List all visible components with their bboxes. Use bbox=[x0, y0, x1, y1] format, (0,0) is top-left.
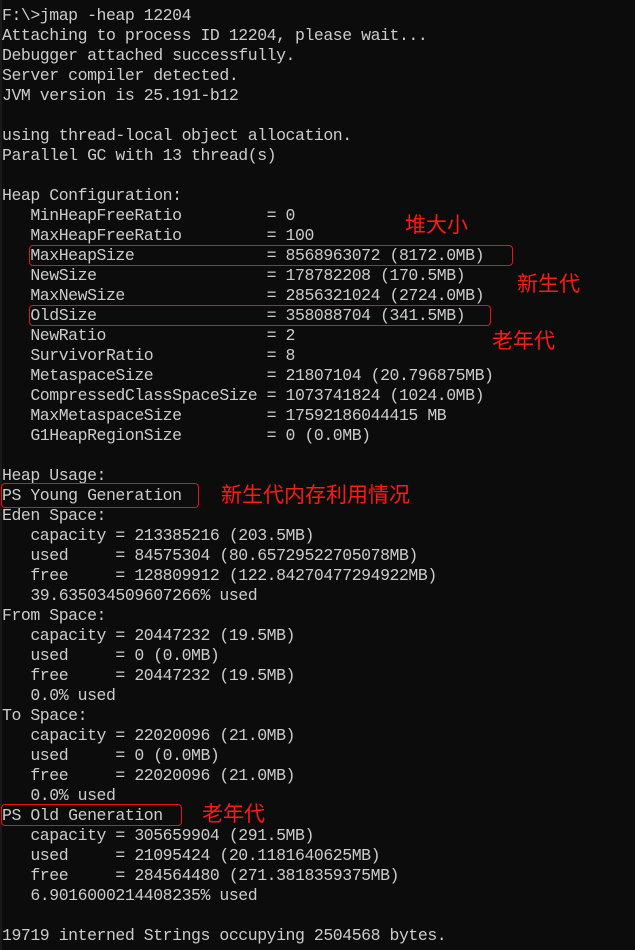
terminal-line: CompressedClassSpaceSize = 1073741824 (1… bbox=[2, 386, 485, 405]
terminal-line: capacity = 305659904 (291.5MB) bbox=[2, 826, 314, 845]
annotation-old-usage: 老年代 bbox=[202, 802, 265, 826]
terminal-line: To Space: bbox=[2, 706, 88, 725]
terminal-line: F:\>jmap -heap 12204 bbox=[2, 6, 192, 25]
terminal-line: used = 0 (0.0MB) bbox=[2, 646, 220, 665]
terminal-line: free = 128809912 (122.84270477294922MB) bbox=[2, 566, 437, 585]
terminal-line: used = 21095424 (20.1181640625MB) bbox=[2, 846, 381, 865]
highlight-old-size bbox=[29, 305, 491, 326]
terminal-line: used = 0 (0.0MB) bbox=[2, 746, 220, 765]
terminal-line: Parallel GC with 13 thread(s) bbox=[2, 146, 277, 165]
terminal-line: MaxMetaspaceSize = 17592186044415 MB bbox=[2, 406, 447, 425]
terminal-line: 6.9016000214408235% used bbox=[2, 886, 258, 905]
highlight-max-heap-size bbox=[29, 245, 513, 266]
terminal-line: free = 22020096 (21.0MB) bbox=[2, 766, 296, 785]
terminal-line: Heap Configuration: bbox=[2, 186, 182, 205]
terminal-line: JVM version is 25.191-b12 bbox=[2, 86, 239, 105]
terminal-line: 0.0% used bbox=[2, 686, 116, 705]
terminal-line: Server compiler detected. bbox=[2, 66, 239, 85]
highlight-ps-young-generation bbox=[1, 483, 199, 508]
terminal-line: NewRatio = 2 bbox=[2, 326, 296, 345]
terminal-line: MetaspaceSize = 21807104 (20.796875MB) bbox=[2, 366, 494, 385]
terminal-line: MaxNewSize = 2856321024 (2724.0MB) bbox=[2, 286, 485, 305]
terminal-line: used = 84575304 (80.65729522705078MB) bbox=[2, 546, 418, 565]
terminal-line: capacity = 213385216 (203.5MB) bbox=[2, 526, 314, 545]
highlight-ps-old-generation bbox=[1, 804, 182, 826]
annotation-old-gen: 老年代 bbox=[492, 329, 555, 353]
annotation-young-gen: 新生代 bbox=[517, 272, 580, 296]
annotation-young-usage: 新生代内存利用情况 bbox=[221, 483, 410, 507]
annotation-heap-size: 堆大小 bbox=[405, 213, 468, 237]
terminal-line: NewSize = 178782208 (170.5MB) bbox=[2, 266, 466, 285]
terminal-line: using thread-local object allocation. bbox=[2, 126, 352, 145]
terminal-line: capacity = 22020096 (21.0MB) bbox=[2, 726, 296, 745]
terminal-line: Eden Space: bbox=[2, 506, 106, 525]
terminal-line: capacity = 20447232 (19.5MB) bbox=[2, 626, 296, 645]
terminal-line: 39.635034509607266% used bbox=[2, 586, 258, 605]
terminal-line: free = 284564480 (271.3818359375MB) bbox=[2, 866, 399, 885]
terminal-line: From Space: bbox=[2, 606, 106, 625]
terminal-line: Attaching to process ID 12204, please wa… bbox=[2, 26, 428, 45]
terminal-line: G1HeapRegionSize = 0 (0.0MB) bbox=[2, 426, 371, 445]
terminal-line: 19719 interned Strings occupying 2504568… bbox=[2, 926, 447, 945]
terminal-line: Debugger attached successfully. bbox=[2, 46, 296, 65]
terminal-line: free = 20447232 (19.5MB) bbox=[2, 666, 296, 685]
terminal-line: SurvivorRatio = 8 bbox=[2, 346, 296, 365]
